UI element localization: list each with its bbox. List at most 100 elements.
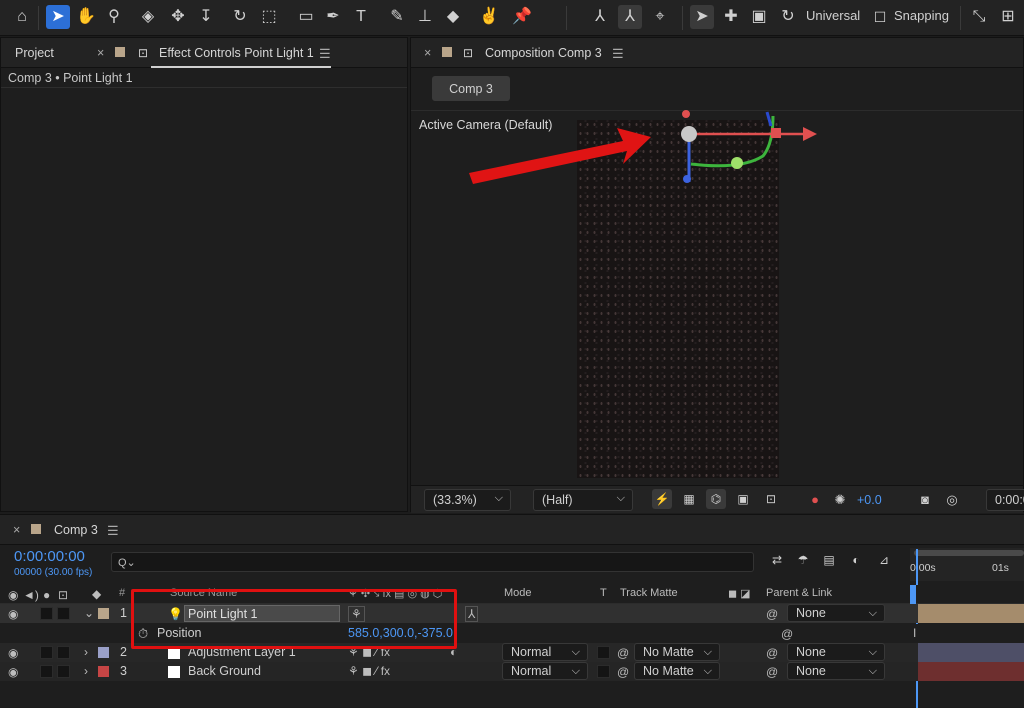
pen-tool-icon[interactable]: ✒: [321, 5, 345, 29]
graph-editor-icon[interactable]: ⊿: [874, 550, 894, 570]
layer-label-color[interactable]: [98, 647, 109, 658]
rectangle-tool-icon[interactable]: ▭: [294, 5, 318, 29]
snapping-checkbox-icon[interactable]: ☐: [868, 5, 892, 29]
guides-icon[interactable]: ⊡: [761, 489, 781, 509]
work-area-bar[interactable]: [914, 550, 1024, 556]
reset-exposure-icon[interactable]: ✺: [830, 489, 850, 509]
preserve-transparency-toggle[interactable]: [597, 646, 610, 659]
chevron-right-icon[interactable]: ›: [84, 664, 88, 678]
selection-tool-icon[interactable]: ➤: [46, 5, 70, 29]
switches-icons[interactable]: ⚘ ◼ ⁄ fx: [348, 664, 390, 678]
view-axis-icon[interactable]: ⌖: [648, 5, 672, 29]
panel-menu-icon[interactable]: ☰: [319, 46, 331, 62]
rotation-tool-icon[interactable]: ↻: [228, 5, 252, 29]
transparency-grid-icon[interactable]: ▦: [679, 489, 699, 509]
eye-icon[interactable]: ◉: [8, 607, 18, 621]
universal-select-icon[interactable]: ➤: [690, 5, 714, 29]
z-axis-handle[interactable]: [683, 175, 691, 183]
solo-icon[interactable]: ●: [43, 588, 50, 602]
solo-toggle[interactable]: [40, 665, 53, 678]
lock-toggle[interactable]: [57, 646, 70, 659]
world-axis-icon[interactable]: ⅄: [618, 5, 642, 29]
parent-dropdown[interactable]: None ⌵: [787, 662, 885, 680]
timecode-field[interactable]: 0:00:0: [986, 489, 1024, 511]
region-of-interest-icon[interactable]: ▣: [733, 489, 753, 509]
motion-blur-icon[interactable]: ◐: [846, 550, 866, 570]
text-tool-icon[interactable]: T: [349, 5, 373, 29]
mode-dropdown[interactable]: Normal ⌵: [502, 643, 588, 661]
light-origin-handle[interactable]: [681, 126, 697, 142]
mask-visibility-icon[interactable]: ⌬: [706, 489, 726, 509]
track-matte-dropdown[interactable]: No Matte ⌵: [634, 643, 720, 661]
eye-icon[interactable]: ◉: [8, 588, 18, 602]
orbit-camera-icon[interactable]: ◈: [136, 5, 160, 29]
layer-2-bar[interactable]: [918, 643, 1024, 662]
snapping-label[interactable]: Snapping: [894, 8, 949, 23]
zoom-dropdown[interactable]: (33.3%) ⌵: [424, 489, 511, 511]
brush-tool-icon[interactable]: ✎: [385, 5, 409, 29]
tab-composition[interactable]: Composition Comp 3: [485, 46, 602, 60]
eye-icon[interactable]: ◉: [8, 665, 18, 679]
lock-icon[interactable]: ⊡: [463, 46, 473, 60]
roto-brush-icon[interactable]: ✌: [477, 5, 501, 29]
hand-tool-icon[interactable]: ✋: [74, 5, 98, 29]
lock-toggle[interactable]: [57, 665, 70, 678]
solo-toggle[interactable]: [40, 607, 53, 620]
parent-dropdown[interactable]: None ⌵: [787, 643, 885, 661]
universal-rotate-icon[interactable]: ↻: [776, 5, 800, 29]
close-icon[interactable]: ×: [424, 46, 431, 60]
x-axis-handle[interactable]: [771, 128, 781, 138]
universal-move-icon[interactable]: ✚: [719, 5, 743, 29]
resolution-dropdown[interactable]: (Half) ⌵: [533, 489, 633, 511]
eye-icon[interactable]: ◉: [8, 646, 18, 660]
pickwhip-icon[interactable]: @: [781, 627, 793, 641]
snap-options-icon[interactable]: ⤡: [967, 5, 991, 29]
dolly-camera-icon[interactable]: ↧: [194, 5, 218, 29]
local-axis-icon[interactable]: ⅄: [588, 5, 612, 29]
close-icon[interactable]: ×: [13, 523, 20, 537]
puppet-pin-icon[interactable]: 📌: [510, 5, 534, 29]
y-axis-handle[interactable]: [682, 110, 690, 118]
eraser-tool-icon[interactable]: ◆: [441, 5, 465, 29]
shy-layers-icon[interactable]: ☂: [793, 550, 813, 570]
solo-toggle[interactable]: [40, 646, 53, 659]
close-icon[interactable]: ×: [97, 46, 104, 60]
panel-menu-icon[interactable]: ☰: [107, 523, 119, 539]
show-snapshot-icon[interactable]: ◎: [942, 489, 962, 509]
audio-icon[interactable]: ◄): [23, 588, 39, 602]
pan-behind-icon[interactable]: ⬚: [257, 5, 281, 29]
chevron-down-icon[interactable]: ⌄: [84, 606, 94, 620]
tab-comp[interactable]: Comp 3: [54, 523, 98, 537]
layer-3-bar[interactable]: [918, 662, 1024, 681]
time-ruler[interactable]: 0:00s 01s: [910, 548, 1024, 581]
pan-camera-icon[interactable]: ✥: [166, 5, 190, 29]
layer-1-bar[interactable]: [918, 604, 1024, 623]
universal-scale-icon[interactable]: ▣: [747, 5, 771, 29]
layer-name[interactable]: Back Ground: [188, 664, 261, 678]
layer-label-color[interactable]: [98, 608, 109, 619]
layer-search-input[interactable]: Q⌄: [111, 552, 754, 572]
lock-icon[interactable]: ⊡: [138, 46, 148, 60]
work-area-start[interactable]: [910, 585, 916, 604]
frame-blending-icon[interactable]: ▤: [819, 550, 839, 570]
lock-toggle[interactable]: [57, 607, 70, 620]
tab-project[interactable]: Project: [15, 46, 54, 60]
pickwhip-icon[interactable]: @: [617, 665, 629, 679]
timeline-timecode[interactable]: 0:00:00:00: [14, 548, 85, 565]
track-matte-dropdown[interactable]: No Matte ⌵: [634, 662, 720, 680]
panel-menu-icon[interactable]: ☰: [612, 46, 624, 62]
layer-label-color[interactable]: [98, 666, 109, 677]
label-tag-icon[interactable]: ◆: [92, 587, 101, 601]
parent-dropdown[interactable]: None ⌵: [787, 604, 885, 622]
fast-preview-icon[interactable]: ⚡: [652, 489, 672, 509]
pickwhip-icon[interactable]: @: [766, 607, 778, 621]
exposure-value[interactable]: +0.0: [857, 493, 882, 507]
snap-grid-icon[interactable]: ⊞: [996, 5, 1020, 29]
clone-stamp-icon[interactable]: ⊥: [413, 5, 437, 29]
tab-effect-controls[interactable]: Effect Controls Point Light 1: [159, 46, 314, 60]
rotation-handle[interactable]: [731, 157, 743, 169]
layer-row-3[interactable]: ◉ › 3 Back Ground ⚘ ◼ ⁄ fx Normal ⌵ @ No …: [0, 662, 1024, 681]
preserve-transparency-toggle[interactable]: [597, 665, 610, 678]
snapshot-camera-icon[interactable]: ◙: [915, 489, 935, 509]
chevron-right-icon[interactable]: ›: [84, 645, 88, 659]
